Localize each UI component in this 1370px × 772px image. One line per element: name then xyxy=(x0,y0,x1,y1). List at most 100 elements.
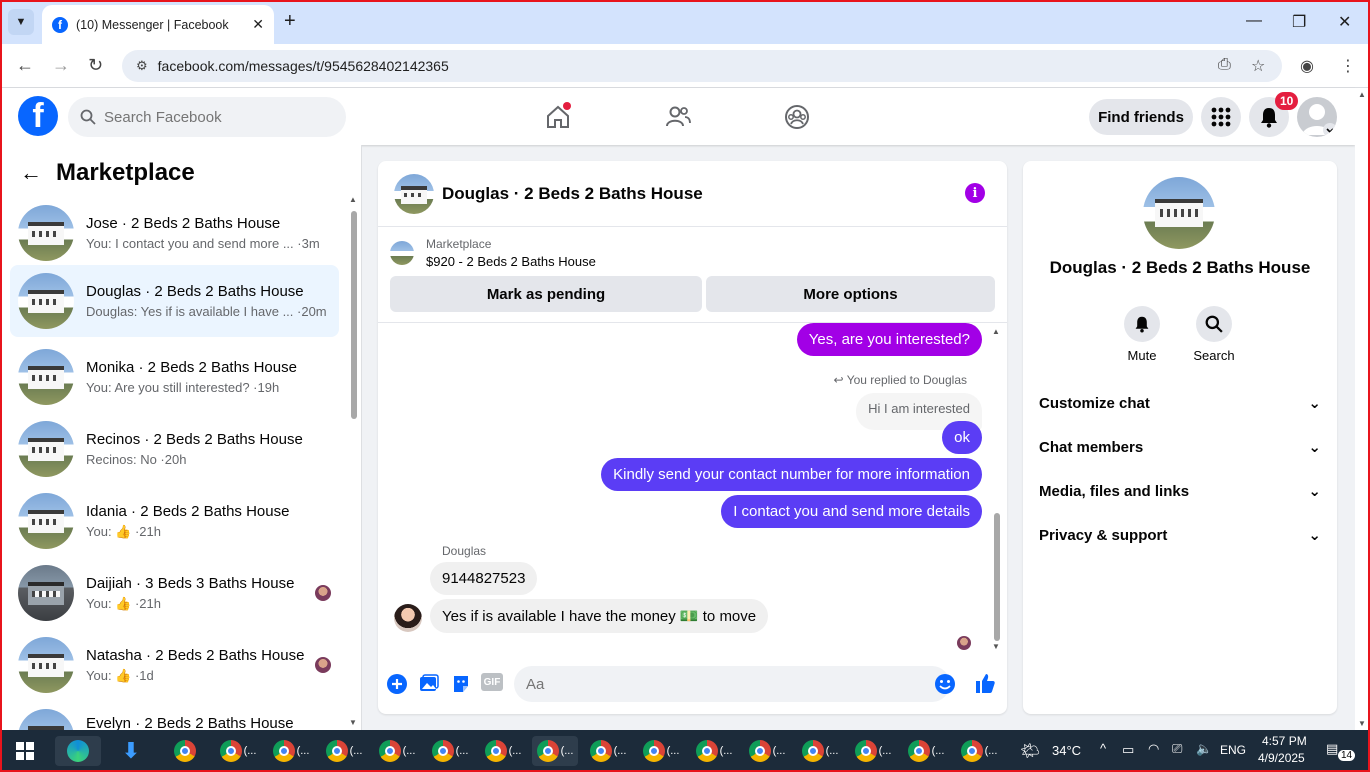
omnibox[interactable]: ⚙ facebook.com/messages/t/95456284021423… xyxy=(122,50,1282,82)
minimize-icon[interactable]: — xyxy=(1246,12,1262,30)
chrome-taskbar-icon[interactable]: (... xyxy=(850,736,896,766)
chrome-taskbar-icon[interactable]: (... xyxy=(797,736,843,766)
chrome-taskbar-icon[interactable]: (... xyxy=(691,736,737,766)
chrome-taskbar-icon[interactable]: (... xyxy=(638,736,684,766)
media-files-links-section[interactable]: Media, files and links ⌄ xyxy=(1039,471,1321,511)
notification-center-icon[interactable]: ▤ xyxy=(1326,741,1338,757)
account-avatar[interactable] xyxy=(1297,97,1337,137)
chat-house-avatar[interactable] xyxy=(394,173,434,214)
install-icon[interactable]: ⎙ xyxy=(1218,56,1231,74)
chrome-taskbar-icon[interactable]: (... xyxy=(427,736,473,766)
sticker-icon[interactable] xyxy=(450,673,472,695)
thumbs-up-icon[interactable] xyxy=(974,672,996,694)
reload-icon[interactable]: ↻ xyxy=(88,55,103,76)
back-arrow-icon[interactable]: ← xyxy=(20,160,42,186)
scroll-up-icon[interactable]: ▲ xyxy=(992,327,1000,336)
tray-chevron-up-icon[interactable]: ^ xyxy=(1100,741,1106,756)
home-nav[interactable] xyxy=(543,102,573,132)
start-button[interactable] xyxy=(2,736,48,766)
listing-summary[interactable]: Marketplace $920 - 2 Beds 2 Baths House xyxy=(390,237,596,269)
conversation-item[interactable]: Idania · 2 Beds 2 Baths House You: 👍 ·21h xyxy=(10,489,339,553)
wifi-icon[interactable]: ◠ xyxy=(1148,741,1159,757)
message-scrollbar[interactable]: ▲ ▼ xyxy=(992,327,1001,651)
conversation-item[interactable]: Evelyn · 2 Beds 2 Baths House xyxy=(10,705,339,730)
facebook-search[interactable] xyxy=(68,97,346,137)
find-friends-button[interactable]: Find friends xyxy=(1089,99,1193,135)
search-action[interactable]: Search xyxy=(1184,306,1244,363)
chrome-taskbar-icon[interactable]: (... xyxy=(744,736,790,766)
chat-title[interactable]: Douglas · 2 Beds 2 Baths House xyxy=(442,184,703,204)
restore-icon[interactable]: ❐ xyxy=(1292,12,1306,32)
temperature[interactable]: 34°C xyxy=(1052,743,1081,758)
chrome-taskbar-icon[interactable]: (... xyxy=(268,736,314,766)
chrome-taskbar-icon[interactable]: (... xyxy=(585,736,631,766)
chrome-taskbar-icon[interactable]: (... xyxy=(374,736,420,766)
scrollbar-thumb[interactable] xyxy=(351,211,357,419)
facebook-favicon-icon: f xyxy=(52,16,68,33)
chrome-taskbar-icon[interactable]: (... xyxy=(956,736,1002,766)
emoji-icon[interactable] xyxy=(934,673,956,695)
photo-icon[interactable] xyxy=(418,673,440,695)
download-taskbar-icon[interactable]: ⬇ xyxy=(108,736,154,766)
profile-icon[interactable]: ◉ xyxy=(1300,56,1314,76)
menu-grid-button[interactable] xyxy=(1201,97,1241,137)
menu-kebab-icon[interactable]: ⋮ xyxy=(1340,56,1356,76)
scroll-up-icon[interactable]: ▲ xyxy=(349,195,357,204)
douglas-avatar[interactable] xyxy=(394,604,422,632)
browser-tab[interactable]: f (10) Messenger | Facebook ✕ xyxy=(42,5,274,44)
house-thumbnail xyxy=(18,421,74,477)
tab-search-icon[interactable]: ▼ xyxy=(8,9,34,35)
conversation-item[interactable]: Natasha · 2 Beds 2 Baths House You: 👍 ·1d xyxy=(10,633,339,697)
chrome-taskbar-icon[interactable]: (... xyxy=(903,736,949,766)
info-house-avatar[interactable] xyxy=(1143,177,1215,249)
friends-nav[interactable] xyxy=(663,102,693,132)
conversation-item[interactable]: Jose · 2 Beds 2 Baths House You: I contac… xyxy=(10,201,339,265)
privacy-support-section[interactable]: Privacy & support ⌄ xyxy=(1039,515,1321,555)
close-tab-icon[interactable]: ✕ xyxy=(252,16,264,33)
section-label: Media, files and links xyxy=(1039,482,1190,500)
search-input[interactable] xyxy=(104,108,324,126)
mark-pending-button[interactable]: Mark as pending xyxy=(390,276,702,312)
scroll-down-icon[interactable]: ▼ xyxy=(349,718,357,727)
conversation-item-active[interactable]: Douglas · 2 Beds 2 Baths House Douglas: Y… xyxy=(10,265,339,337)
language-indicator[interactable]: ENG xyxy=(1220,743,1246,757)
page-scrollbar[interactable]: ▲ ▼ xyxy=(1355,88,1370,730)
conversation-item[interactable]: Daijiah · 3 Beds 3 Baths House You: 👍 ·21… xyxy=(10,561,339,625)
chrome-taskbar-icon[interactable]: (... xyxy=(480,736,526,766)
volume-icon[interactable]: 🔈 xyxy=(1196,741,1212,757)
message-input[interactable] xyxy=(514,666,950,702)
groups-nav[interactable] xyxy=(782,102,812,132)
site-info-icon[interactable]: ⚙ xyxy=(136,58,148,74)
more-options-button[interactable]: More options xyxy=(706,276,995,312)
edge-taskbar-icon[interactable] xyxy=(55,736,101,766)
mute-action[interactable]: Mute xyxy=(1112,306,1172,363)
scroll-down-icon[interactable]: ▼ xyxy=(992,642,1000,651)
groups-icon xyxy=(785,105,809,129)
gif-icon[interactable]: GIF xyxy=(481,673,503,691)
clock-date[interactable]: 4/9/2025 xyxy=(1258,751,1305,765)
scroll-up-icon[interactable]: ▲ xyxy=(1358,90,1366,99)
clock-time[interactable]: 4:57 PM xyxy=(1262,734,1307,748)
weather-icon[interactable]: 🌤 xyxy=(1020,741,1040,761)
sidebar-scrollbar[interactable]: ▲ ▼ xyxy=(349,195,359,727)
battery-icon[interactable]: ▭ xyxy=(1122,742,1134,758)
display-icon[interactable]: ⎚ xyxy=(1172,741,1182,757)
scroll-down-icon[interactable]: ▼ xyxy=(1358,719,1366,728)
scrollbar-thumb[interactable] xyxy=(994,513,1000,641)
chat-members-section[interactable]: Chat members ⌄ xyxy=(1039,427,1321,467)
customize-chat-section[interactable]: Customize chat ⌄ xyxy=(1039,383,1321,423)
chrome-taskbar-icon[interactable]: (... xyxy=(215,736,261,766)
chrome-taskbar-icon[interactable] xyxy=(162,736,208,766)
add-circle-icon[interactable] xyxy=(386,673,408,695)
chrome-taskbar-icon[interactable]: (... xyxy=(321,736,367,766)
chrome-taskbar-icon-active[interactable]: (... xyxy=(532,736,578,766)
forward-icon[interactable]: → xyxy=(52,55,70,76)
bookmark-star-icon[interactable]: ☆ xyxy=(1251,56,1265,76)
new-tab-icon[interactable]: + xyxy=(284,10,296,33)
conversation-item[interactable]: Monika · 2 Beds 2 Baths House You: Are yo… xyxy=(10,345,339,409)
info-icon[interactable]: i xyxy=(965,183,985,203)
close-window-icon[interactable]: ✕ xyxy=(1338,12,1351,32)
facebook-logo-icon[interactable]: f xyxy=(18,96,58,136)
back-icon[interactable]: ← xyxy=(16,55,34,76)
conversation-item[interactable]: Recinos · 2 Beds 2 Baths House Recinos: N… xyxy=(10,417,339,481)
